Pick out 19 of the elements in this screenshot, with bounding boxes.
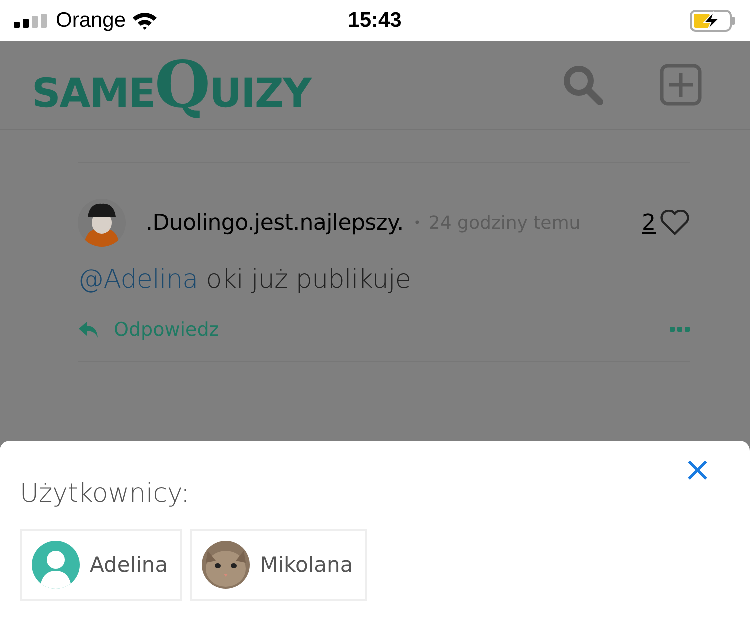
separator-dot: • <box>414 216 421 230</box>
wifi-icon <box>132 10 158 30</box>
clock-time: 15:43 <box>347 8 403 32</box>
signal-icon <box>14 14 50 28</box>
close-button[interactable]: × <box>680 451 716 489</box>
user-avatar-icon <box>32 541 80 589</box>
comment-text: @Adelina oki już publikuje <box>78 265 412 295</box>
reply-icon[interactable] <box>78 321 100 339</box>
user-chip[interactable]: Adelina <box>20 529 182 601</box>
battery-charging-icon <box>690 10 736 32</box>
search-icon[interactable] <box>562 64 604 106</box>
carrier-name: Orange <box>56 8 126 32</box>
more-icon[interactable] <box>670 327 690 333</box>
heart-icon[interactable] <box>660 210 690 236</box>
like-count[interactable]: 2 <box>642 210 656 236</box>
author-name[interactable]: .Duolingo.jest.najlepszy. <box>146 210 404 236</box>
add-icon[interactable] <box>660 64 702 106</box>
sheet-title: Użytkownicy: <box>20 479 191 509</box>
user-chip[interactable]: Mikolana <box>190 529 368 601</box>
